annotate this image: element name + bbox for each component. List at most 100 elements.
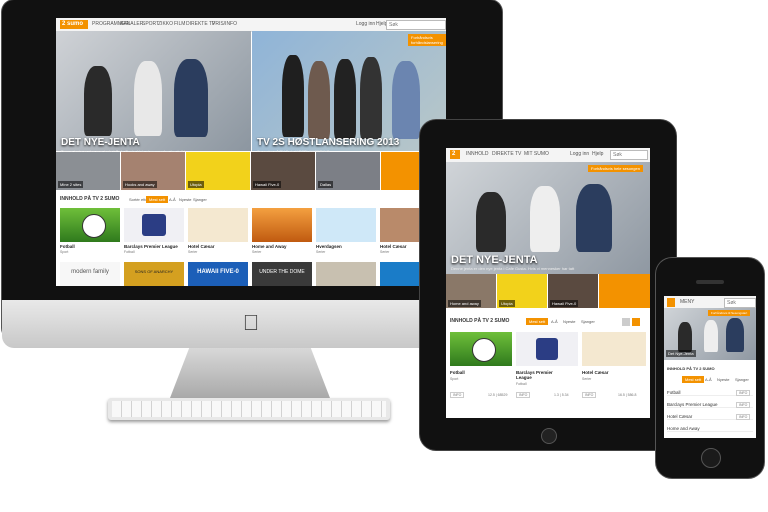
content-tile[interactable]: [316, 208, 376, 242]
sumo-logo[interactable]: 2 sumo: [60, 20, 88, 29]
tile-name: Home and Away: [252, 244, 287, 249]
nav-item[interactable]: DIREKTE TV: [186, 21, 215, 27]
phone-screen: MENY Søk Forhåndsvis til Sesongstart Det…: [664, 296, 756, 438]
person-figure: [392, 61, 420, 139]
hero-caption: Det Nye-Jenta: [666, 350, 696, 357]
content-tile[interactable]: [124, 208, 184, 242]
sumo-logo[interactable]: [667, 298, 675, 307]
strip-tile[interactable]: Hooks and away: [121, 152, 185, 190]
info-button[interactable]: INFO: [736, 390, 751, 396]
tablet-hero[interactable]: Forhåndsvis hele sesongen DET NYE-JENTA …: [446, 162, 650, 274]
tile-sub: Fotball: [124, 250, 135, 254]
menu-button[interactable]: MENY: [680, 299, 694, 305]
tile-stats: 1.3 | 5.34: [554, 393, 569, 397]
apple-logo-icon: : [238, 310, 264, 336]
content-tile[interactable]: [60, 208, 120, 242]
person-figure: [678, 322, 692, 352]
strip-tile[interactable]: [599, 274, 650, 308]
list-view-icon[interactable]: [622, 318, 630, 326]
tile-name: Hverdagsen: [316, 244, 342, 249]
info-button[interactable]: INFO: [582, 392, 597, 398]
filter-most-viewed[interactable]: Mest sett: [146, 196, 169, 203]
premier-league-logo-icon: [142, 214, 166, 236]
search-input[interactable]: Søk: [610, 150, 648, 160]
info-button[interactable]: INFO: [736, 414, 751, 420]
hero-right[interactable]: Forhåndsvis forhåndslansering TV 2S HØST…: [252, 31, 446, 154]
person-figure: [282, 55, 304, 137]
tile-sub: Serier: [252, 250, 262, 254]
content-tile[interactable]: [316, 262, 376, 286]
person-figure: [334, 59, 356, 139]
person-figure: [704, 320, 718, 352]
tile-sub: Serier: [380, 250, 390, 254]
content-tile[interactable]: modern family: [60, 262, 120, 286]
hero-left[interactable]: DET NYE-JENTA Denne jenta er den nye jen…: [56, 31, 251, 154]
person-figure: [360, 57, 382, 139]
strip-tile[interactable]: Hawaii Five-0: [548, 274, 598, 308]
home-button[interactable]: [701, 448, 721, 468]
strip-tile[interactable]: Utopia: [497, 274, 547, 308]
nav-item[interactable]: SPORT: [142, 21, 159, 27]
person-figure: [134, 61, 162, 136]
content-tile[interactable]: UNDER THE DOME: [252, 262, 312, 286]
preview-badge: Forhåndsvis til Sesongstart: [708, 310, 751, 316]
person-figure: [726, 318, 744, 352]
content-tile[interactable]: [188, 208, 248, 242]
nav-item[interactable]: PRIS/INFO: [212, 21, 237, 27]
content-tile[interactable]: [516, 332, 578, 366]
strip-tile[interactable]: Mine 2 sites: [56, 152, 120, 190]
search-input[interactable]: Søk: [386, 20, 446, 30]
home-button[interactable]: [541, 428, 557, 444]
nav-item[interactable]: MIT SUMO: [524, 151, 549, 157]
filter-newest[interactable]: Nyeste: [714, 376, 732, 383]
nav-item[interactable]: INNHOLD: [466, 151, 489, 157]
football-icon: [82, 214, 106, 238]
help-link[interactable]: Hjelp: [592, 151, 603, 157]
tile-name: Fotball: [60, 244, 75, 249]
content-tile[interactable]: [582, 332, 646, 366]
filter-genre[interactable]: Sjanger: [190, 196, 210, 203]
content-tile[interactable]: [450, 332, 512, 366]
content-tile[interactable]: [252, 208, 312, 242]
filter-genre[interactable]: Sjanger: [578, 318, 598, 325]
list-item[interactable]: Home and Away: [667, 426, 753, 432]
filter-a-z[interactable]: A-Å: [548, 318, 561, 325]
section-title: INNHOLD PÅ TV 2 SUMO: [667, 366, 715, 371]
filter-most-viewed[interactable]: Mest sett: [682, 376, 705, 383]
filter-genre[interactable]: Sjanger: [732, 376, 752, 383]
info-button[interactable]: INFO: [736, 402, 751, 408]
preview-badge: Forhåndsvis forhåndslansering: [408, 34, 446, 46]
strip-tile[interactable]: Utopia: [186, 152, 250, 190]
filter-most-viewed[interactable]: Mest sett: [526, 318, 549, 325]
tile-sub: Sport: [60, 250, 69, 254]
phone-hero[interactable]: Forhåndsvis til Sesongstart Det Nye-Jent…: [664, 308, 756, 360]
info-button[interactable]: INFO: [450, 392, 465, 398]
premier-league-logo-icon: [536, 338, 558, 360]
login-link[interactable]: Logg inn: [570, 151, 589, 157]
hero-subtitle: Denne jenta er den nye jenta i Cafe Gust…: [451, 266, 575, 271]
login-link[interactable]: Logg inn: [356, 21, 375, 27]
sumo-logo[interactable]: 2: [450, 150, 460, 159]
speaker-grille: [696, 280, 724, 284]
nav-item[interactable]: ZIKKO: [158, 21, 173, 27]
person-figure: [308, 61, 330, 139]
content-tile[interactable]: SONS OF ANARCHY: [124, 262, 184, 286]
filter-a-z[interactable]: A-Å: [702, 376, 715, 383]
filter-newest[interactable]: Nyeste: [560, 318, 578, 325]
nav-item[interactable]: KANALER: [120, 21, 143, 27]
tile-name: Barclays Premier League: [124, 244, 178, 249]
desktop-navbar: 2 sumo PROGRAMMER KANALER SPORT ZIKKO FI…: [56, 18, 446, 32]
strip-tile[interactable]: Hawaii Five-0: [251, 152, 315, 190]
search-input[interactable]: Søk: [724, 298, 756, 308]
info-button[interactable]: INFO: [516, 392, 531, 398]
content-tile[interactable]: HAWAII FIVE-0: [188, 262, 248, 286]
tablet-navbar: 2 INNHOLD DIREKTE TV MIT SUMO Logg inn H…: [446, 148, 650, 163]
strip-tile[interactable]: Home and away: [446, 274, 496, 308]
person-figure: [84, 66, 112, 136]
tile-name: Barclays Premier League: [516, 370, 553, 380]
nav-item[interactable]: DIREKTE TV: [492, 151, 521, 157]
tile-sub: Serier: [316, 250, 326, 254]
strip-tile[interactable]: Dallas: [316, 152, 380, 190]
nav-item[interactable]: FILM: [174, 21, 185, 27]
grid-view-icon[interactable]: [632, 318, 640, 326]
